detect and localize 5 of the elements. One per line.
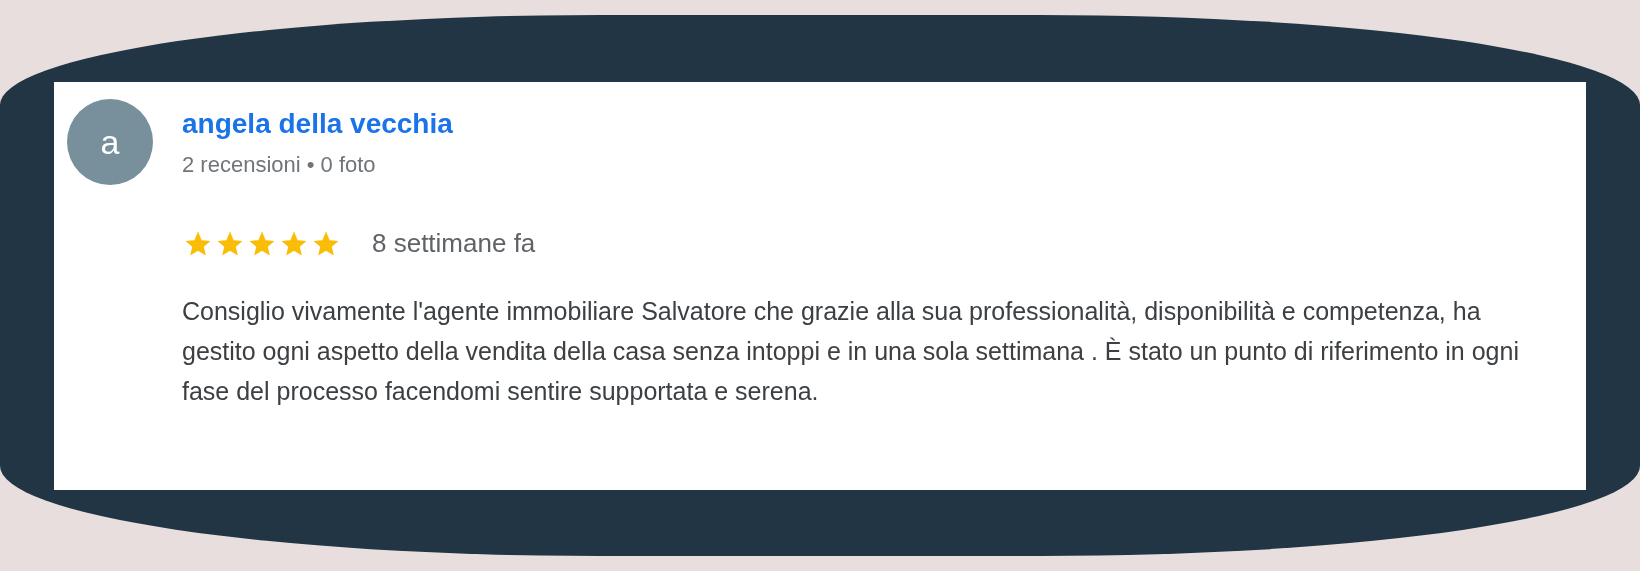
review-meta: 2 recensioni • 0 foto bbox=[182, 151, 377, 179]
review-text: Consiglio vivamente l'agente immobiliare Salvatore che grazie alla sua professionalità, disponibilità e competenza, ha gestito ogni aspetto della vendita della casa senza intoppi e in una sola settimana . È stato un punto di riferimento in ogni fase del processo facendomi sentire supportata e serena. bbox=[182, 296, 1520, 407]
avatar: a bbox=[67, 99, 153, 185]
review-time: 8 settimane fa bbox=[372, 227, 536, 260]
author-name[interactable]: angela della vecchia bbox=[182, 106, 1542, 142]
